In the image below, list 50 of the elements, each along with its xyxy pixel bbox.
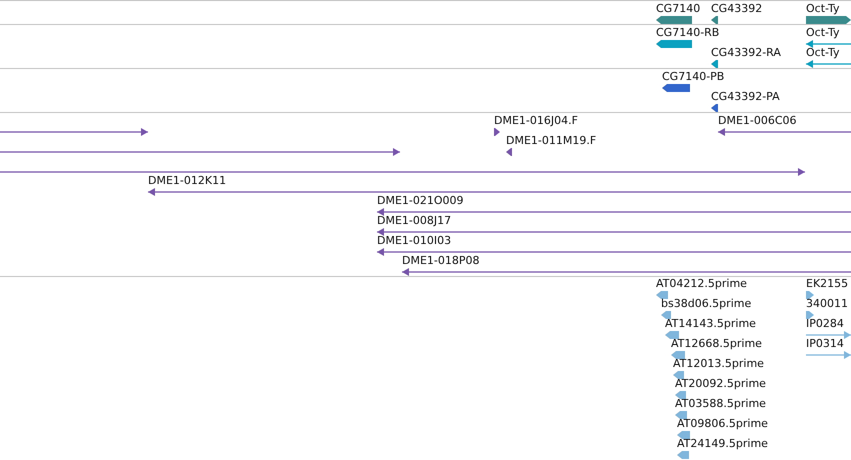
feature-label: DME1-010I03 — [377, 234, 452, 248]
feature-line[interactable] — [148, 188, 851, 196]
feature-bar[interactable] — [711, 16, 718, 24]
feature-label: CG7140-PB — [662, 70, 724, 84]
feature-label: AT04212.5prime — [656, 277, 747, 291]
feature-line[interactable] — [0, 168, 805, 176]
feature-label: CG43392-PA — [711, 90, 780, 104]
feature-label: AT03588.5prime — [675, 397, 766, 411]
feature-label: CG7140-RB — [656, 26, 720, 40]
feature-label: CG7140 — [656, 2, 700, 16]
feature-label: 340011 — [806, 297, 848, 311]
feature-bar[interactable] — [711, 104, 718, 112]
feature-label: IP0314 — [806, 337, 844, 351]
feature-line[interactable] — [806, 40, 851, 48]
feature-label: AT12668.5prime — [671, 337, 762, 351]
feature-label: DME1-012K11 — [148, 174, 226, 188]
feature-line[interactable] — [377, 208, 851, 216]
feature-line[interactable] — [377, 228, 851, 236]
feature-bar[interactable] — [806, 16, 851, 24]
feature-bar[interactable] — [656, 16, 692, 24]
feature-label: DME1-018P08 — [402, 254, 480, 268]
feature-line[interactable] — [718, 128, 851, 136]
feature-label: Oct-Ty — [806, 2, 840, 16]
feature-label: DME1-011M19.F — [506, 134, 596, 148]
feature-label: AT12013.5prime — [673, 357, 764, 371]
feature-label: DME1-016J04.F — [494, 114, 578, 128]
feature-line[interactable] — [0, 148, 400, 156]
feature-bar[interactable] — [662, 84, 690, 92]
feature-line[interactable] — [402, 268, 851, 276]
feature-label: AT09806.5prime — [677, 417, 768, 431]
feature-bar[interactable] — [656, 40, 692, 48]
feature-line[interactable] — [377, 248, 851, 256]
feature-line[interactable] — [806, 60, 851, 68]
feature-line[interactable] — [0, 128, 148, 136]
feature-label: Oct-Ty — [806, 26, 840, 40]
feature-label: AT14143.5prime — [665, 317, 756, 331]
feature-bar[interactable] — [494, 128, 500, 136]
feature-label: DME1-008J17 — [377, 214, 452, 228]
feature-label: CG43392 — [711, 2, 762, 16]
feature-label: AT20092.5prime — [675, 377, 766, 391]
feature-label: IP0284 — [806, 317, 844, 331]
feature-label: Oct-Ty — [806, 46, 840, 60]
feature-label: EK2155 — [806, 277, 848, 291]
feature-label: bs38d06.5prime — [661, 297, 752, 311]
feature-label: AT24149.5prime — [677, 437, 768, 451]
feature-label: DME1-006C06 — [718, 114, 797, 128]
feature-bar[interactable] — [711, 60, 718, 68]
feature-label: DME1-021O009 — [377, 194, 464, 208]
feature-bar[interactable] — [506, 148, 512, 156]
feature-label: CG43392-RA — [711, 46, 781, 60]
